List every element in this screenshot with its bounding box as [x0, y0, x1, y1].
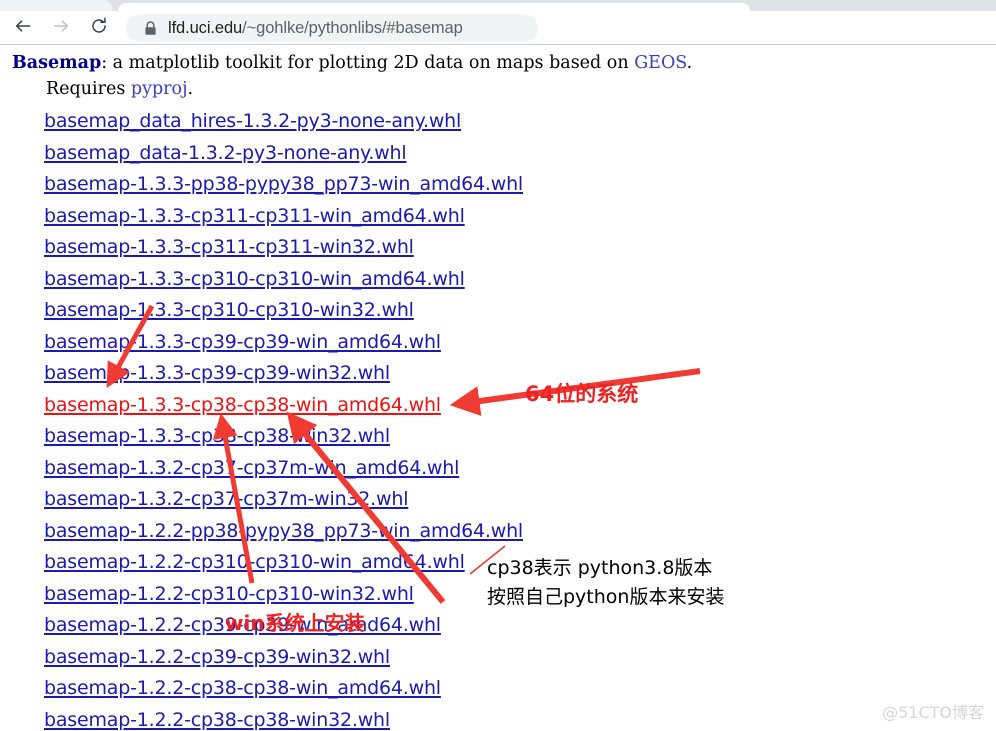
tab-strip-empty-area[interactable] — [754, 0, 996, 11]
requires-prefix: Requires — [46, 79, 131, 99]
package-name: Basemap — [12, 53, 102, 73]
pyproj-link[interactable]: pyproj — [131, 79, 188, 99]
wheel-file-link[interactable]: basemap-1.3.2-cp37-cp37m-win_amd64.whl — [44, 453, 459, 485]
wheel-file-link[interactable]: basemap-1.3.3-pp38-pypy38_pp73-win_amd64… — [44, 169, 523, 201]
geos-link[interactable]: GEOS — [634, 53, 686, 73]
address-bar[interactable]: lfd.uci.edu/~gohlke/pythonlibs/#basemap — [126, 14, 538, 42]
browser-window: lfd.uci.edu/~gohlke/pythonlibs/#basemap … — [0, 0, 996, 731]
wheel-file-link[interactable]: basemap-1.3.3-cp310-cp310-win32.whl — [44, 295, 414, 327]
tab-strip — [0, 0, 996, 12]
url-text: lfd.uci.edu/~gohlke/pythonlibs/#basemap — [168, 19, 463, 38]
description-text-after: . — [686, 53, 693, 73]
page-content: Basemap: a matplotlib toolkit for plotti… — [0, 46, 996, 731]
back-button[interactable] — [9, 14, 37, 42]
lock-icon[interactable] — [144, 20, 157, 36]
requires-suffix: . — [187, 79, 194, 99]
wheel-file-link[interactable]: basemap-1.3.3-cp311-cp311-win_amd64.whl — [44, 201, 465, 233]
wheel-file-link[interactable]: basemap-1.2.2-cp39-cp39-win_amd64.whl — [44, 610, 441, 642]
reload-icon — [89, 16, 109, 41]
wheel-file-link[interactable]: basemap-1.2.2-cp38-cp38-win_amd64.whl — [44, 673, 441, 705]
wheel-file-link[interactable]: basemap-1.3.2-cp37-cp37m-win32.whl — [44, 484, 408, 516]
wheel-file-link[interactable]: basemap-1.2.2-cp310-cp310-win_amd64.whl — [44, 547, 465, 579]
wheel-file-link[interactable]: basemap-1.3.3-cp39-cp39-win_amd64.whl — [44, 327, 441, 359]
wheel-file-list: basemap_data_hires-1.3.2-py3-none-any.wh… — [44, 106, 744, 731]
package-description: Basemap: a matplotlib toolkit for plotti… — [12, 50, 972, 102]
wheel-file-link[interactable]: basemap_data-1.3.2-py3-none-any.whl — [44, 138, 407, 170]
tab-inactive[interactable] — [0, 0, 112, 11]
arrow-left-icon — [13, 16, 33, 41]
reload-button[interactable] — [85, 14, 113, 42]
wheel-file-link[interactable]: basemap-1.3.3-cp38-cp38-win_amd64.whl — [44, 390, 441, 422]
wheel-file-link[interactable]: basemap-1.3.3-cp39-cp39-win32.whl — [44, 358, 390, 390]
wheel-file-link[interactable]: basemap-1.2.2-cp39-cp39-win32.whl — [44, 642, 390, 674]
url-host: lfd.uci.edu — [168, 18, 243, 37]
url-path: /~gohlke/pythonlibs/#basemap — [242, 18, 463, 37]
wheel-file-link[interactable]: basemap-1.2.2-cp38-cp38-win32.whl — [44, 705, 390, 731]
wheel-file-link[interactable]: basemap-1.3.3-cp38-cp38-win32.whl — [44, 421, 390, 453]
requires-line: Requires pyproj. — [46, 76, 972, 102]
watermark: @51CTO博客 — [882, 703, 984, 722]
description-text-before: : a matplotlib toolkit for plotting 2D d… — [101, 53, 635, 73]
browser-toolbar: lfd.uci.edu/~gohlke/pythonlibs/#basemap — [0, 11, 996, 45]
wheel-file-link[interactable]: basemap-1.3.3-cp311-cp311-win32.whl — [44, 232, 414, 264]
wheel-file-link[interactable]: basemap-1.2.2-pp38-pypy38_pp73-win_amd64… — [44, 516, 523, 548]
forward-button[interactable] — [47, 14, 75, 42]
arrow-right-icon — [51, 16, 71, 41]
wheel-file-link[interactable]: basemap-1.2.2-cp310-cp310-win32.whl — [44, 579, 414, 611]
wheel-file-link[interactable]: basemap_data_hires-1.3.2-py3-none-any.wh… — [44, 106, 461, 138]
wheel-file-link[interactable]: basemap-1.3.3-cp310-cp310-win_amd64.whl — [44, 264, 465, 296]
